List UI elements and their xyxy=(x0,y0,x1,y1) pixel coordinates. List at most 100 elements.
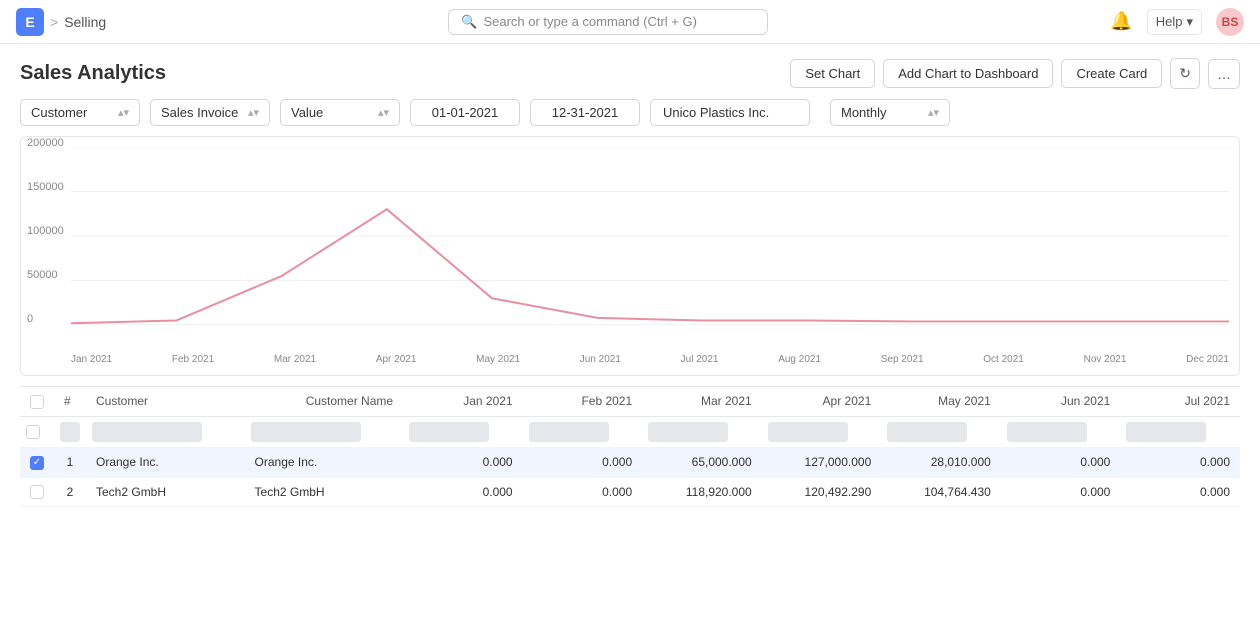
row2-checkbox[interactable] xyxy=(30,485,44,499)
filter-pill-jan[interactable] xyxy=(409,422,489,442)
company-filter[interactable]: Unico Plastics Inc. xyxy=(650,99,810,126)
table-row: ✓ 1 Orange Inc. Orange Inc. 0.000 0.000 … xyxy=(20,447,1240,477)
col-jan: Jan 2021 xyxy=(403,387,523,417)
filter-pill-name[interactable] xyxy=(251,422,361,442)
x-label-oct: Oct 2021 xyxy=(983,354,1024,365)
col-num: # xyxy=(54,387,86,417)
help-label: Help xyxy=(1156,14,1183,29)
filters-row: Customer ▴▾ Sales Invoice ▴▾ Value ▴▾ 01… xyxy=(0,99,1260,136)
breadcrumb-separator: > xyxy=(50,14,58,30)
filter-pill-mar[interactable] xyxy=(648,422,728,442)
row1-feb: 0.000 xyxy=(523,447,643,477)
filter-pill-jun[interactable] xyxy=(1007,422,1087,442)
page-header: Sales Analytics Set Chart Add Chart to D… xyxy=(0,44,1260,99)
select-all-checkbox[interactable] xyxy=(30,395,44,409)
row2-num: 2 xyxy=(54,477,86,507)
x-label-jan: Jan 2021 xyxy=(71,354,112,365)
value-label: Value xyxy=(291,105,323,120)
row2-jan: 0.000 xyxy=(403,477,523,507)
notification-button[interactable]: 🔔 xyxy=(1110,11,1132,32)
help-chevron-icon: ▾ xyxy=(1186,14,1193,30)
breadcrumb-selling[interactable]: Selling xyxy=(64,14,106,30)
x-label-dec: Dec 2021 xyxy=(1186,354,1229,365)
row2-customer-name: Tech2 GmbH xyxy=(245,477,404,507)
col-checkbox xyxy=(20,387,54,417)
x-label-aug: Aug 2021 xyxy=(778,354,821,365)
row1-may: 28,010.000 xyxy=(881,447,1001,477)
col-customer: Customer xyxy=(86,387,245,417)
app-icon[interactable]: E xyxy=(16,8,44,36)
search-icon: 🔍 xyxy=(461,14,477,30)
data-table: # Customer Customer Name Jan 2021 Feb 20… xyxy=(20,386,1240,507)
filter-pill-apr[interactable] xyxy=(768,422,848,442)
chart-line xyxy=(71,209,1229,323)
value-filter[interactable]: Value ▴▾ xyxy=(280,99,400,126)
row1-num: 1 xyxy=(54,447,86,477)
filter-checkbox[interactable] xyxy=(26,425,40,439)
y-label-200000: 200000 xyxy=(27,137,64,149)
set-chart-button[interactable]: Set Chart xyxy=(790,59,875,88)
period-filter[interactable]: Monthly ▴▾ xyxy=(830,99,950,126)
x-label-jul: Jul 2021 xyxy=(681,354,719,365)
filter-pill-may[interactable] xyxy=(887,422,967,442)
date-to-filter[interactable]: 12-31-2021 xyxy=(530,99,640,126)
row2-apr: 120,492.290 xyxy=(762,477,882,507)
col-apr: Apr 2021 xyxy=(762,387,882,417)
row2-may: 104,764.430 xyxy=(881,477,1001,507)
x-label-may: May 2021 xyxy=(476,354,520,365)
y-axis-labels: 200000 150000 100000 50000 0 xyxy=(21,137,70,325)
topbar-right: 🔔 Help ▾ BS xyxy=(1110,8,1244,36)
help-button[interactable]: Help ▾ xyxy=(1147,9,1202,35)
refresh-button[interactable]: ↻ xyxy=(1170,58,1200,89)
col-jul: Jul 2021 xyxy=(1120,387,1240,417)
period-label: Monthly xyxy=(841,105,887,120)
more-options-button[interactable]: … xyxy=(1208,59,1240,89)
value-arrow-icon: ▴▾ xyxy=(378,106,389,119)
col-jun: Jun 2021 xyxy=(1001,387,1121,417)
topbar-center: 🔍 Search or type a command (Ctrl + G) xyxy=(106,9,1110,35)
filter-pill-feb[interactable] xyxy=(529,422,609,442)
row2-mar: 118,920.000 xyxy=(642,477,762,507)
x-label-apr: Apr 2021 xyxy=(376,354,417,365)
row1-mar: 65,000.000 xyxy=(642,447,762,477)
doc-type-label: Sales Invoice xyxy=(161,105,238,120)
table-filter-row xyxy=(20,416,1240,447)
y-label-0: 0 xyxy=(27,313,64,325)
row1-checkbox[interactable]: ✓ xyxy=(30,456,44,470)
topbar-left: E > Selling xyxy=(16,8,106,36)
row2-jun: 0.000 xyxy=(1001,477,1121,507)
date-from-filter[interactable]: 01-01-2021 xyxy=(410,99,520,126)
row2-jul: 0.000 xyxy=(1120,477,1240,507)
col-feb: Feb 2021 xyxy=(523,387,643,417)
row1-customer-name: Orange Inc. xyxy=(245,447,404,477)
filter-pill-jul[interactable] xyxy=(1126,422,1206,442)
filter-pill-customer[interactable] xyxy=(92,422,202,442)
search-placeholder: Search or type a command (Ctrl + G) xyxy=(483,14,697,29)
row2-feb: 0.000 xyxy=(523,477,643,507)
col-mar: Mar 2021 xyxy=(642,387,762,417)
x-label-jun: Jun 2021 xyxy=(580,354,621,365)
table-header-row: # Customer Customer Name Jan 2021 Feb 20… xyxy=(20,387,1240,417)
group-by-arrow-icon: ▴▾ xyxy=(118,106,129,119)
table-row: 2 Tech2 GmbH Tech2 GmbH 0.000 0.000 118,… xyxy=(20,477,1240,507)
doc-type-filter[interactable]: Sales Invoice ▴▾ xyxy=(150,99,270,126)
line-chart-svg xyxy=(71,147,1229,325)
row1-customer-id[interactable]: Orange Inc. xyxy=(86,447,245,477)
search-box[interactable]: 🔍 Search or type a command (Ctrl + G) xyxy=(448,9,768,35)
row1-jul: 0.000 xyxy=(1120,447,1240,477)
header-actions: Set Chart Add Chart to Dashboard Create … xyxy=(790,58,1240,89)
avatar[interactable]: BS xyxy=(1216,8,1244,36)
col-may: May 2021 xyxy=(881,387,1001,417)
row2-customer-id[interactable]: Tech2 GmbH xyxy=(86,477,245,507)
create-card-button[interactable]: Create Card xyxy=(1061,59,1162,88)
group-by-label: Customer xyxy=(31,105,87,120)
period-arrow-icon: ▴▾ xyxy=(928,106,939,119)
group-by-filter[interactable]: Customer ▴▾ xyxy=(20,99,140,126)
doc-type-arrow-icon: ▴▾ xyxy=(248,106,259,119)
row1-jun: 0.000 xyxy=(1001,447,1121,477)
add-chart-to-dashboard-button[interactable]: Add Chart to Dashboard xyxy=(883,59,1053,88)
y-label-150000: 150000 xyxy=(27,181,64,193)
y-label-50000: 50000 xyxy=(27,269,64,281)
filter-pill-num[interactable] xyxy=(60,422,80,442)
page-title: Sales Analytics xyxy=(20,62,166,85)
